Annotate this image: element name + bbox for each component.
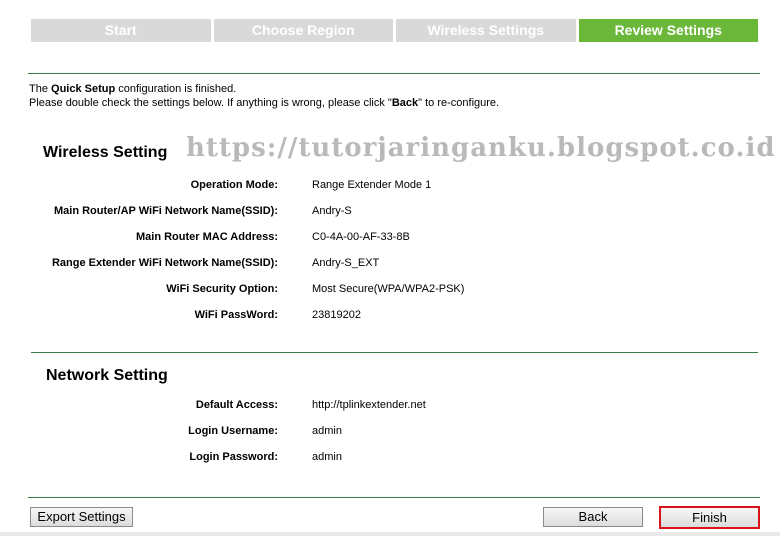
row-login-username: Login Username: admin <box>0 425 780 441</box>
intro-text: The Quick Setup configuration is finishe… <box>29 82 499 110</box>
divider-middle <box>31 352 758 353</box>
divider-bottom <box>28 497 760 498</box>
default-access-label: Default Access: <box>195 399 278 411</box>
export-settings-button[interactable]: Export Settings <box>30 507 133 527</box>
login-username-value: admin <box>312 425 342 437</box>
intro-line-2-pre: Please double check the settings below. … <box>29 97 392 109</box>
wifi-password-value: 23819202 <box>312 309 361 321</box>
intro-line-2: Please double check the settings below. … <box>29 96 499 110</box>
security-option-value: Most Secure(WPA/WPA2-PSK) <box>312 283 465 295</box>
finish-button[interactable]: Finish <box>659 506 760 529</box>
login-username-label: Login Username: <box>188 425 278 437</box>
watermark-text: https://tutorjaringanku.blogspot.co.id <box>186 133 776 163</box>
step-start: Start <box>31 19 211 42</box>
row-default-access: Default Access: http://tplinkextender.ne… <box>0 399 780 415</box>
intro-quick-setup: Quick Setup <box>51 83 116 95</box>
row-main-router-ssid: Main Router/AP WiFi Network Name(SSID): … <box>0 205 780 221</box>
bottom-edge <box>0 532 780 536</box>
operation-mode-label: Operation Mode: <box>190 179 278 191</box>
row-wifi-password: WiFi PassWord: 23819202 <box>0 309 780 325</box>
row-login-password: Login Password: admin <box>0 451 780 467</box>
divider-top <box>28 73 760 74</box>
default-access-value: http://tplinkextender.net <box>312 399 426 411</box>
extender-ssid-label: Range Extender WiFi Network Name(SSID): <box>51 257 278 269</box>
intro-line-1-post: configuration is finished. <box>115 83 237 95</box>
intro-line-2-post: " to re-configure. <box>418 97 500 109</box>
step-choose-region: Choose Region <box>213 19 393 42</box>
step-wireless-settings: Wireless Settings <box>396 19 576 42</box>
step-review-settings: Review Settings <box>578 19 758 42</box>
intro-line-1: The Quick Setup configuration is finishe… <box>29 82 499 96</box>
intro-back: Back <box>391 97 419 109</box>
main-router-ssid-value: Andry-S <box>312 205 352 217</box>
row-security-option: WiFi Security Option: Most Secure(WPA/WP… <box>0 283 780 299</box>
network-section-title: Network Setting <box>46 367 168 384</box>
wifi-password-label: WiFi PassWord: <box>194 309 278 321</box>
main-router-ssid-label: Main Router/AP WiFi Network Name(SSID): <box>53 205 278 217</box>
main-router-mac-label: Main Router MAC Address: <box>136 231 278 243</box>
row-extender-ssid: Range Extender WiFi Network Name(SSID): … <box>0 257 780 273</box>
row-main-router-mac: Main Router MAC Address: C0-4A-00-AF-33-… <box>0 231 780 247</box>
login-password-label: Login Password: <box>189 451 278 463</box>
row-operation-mode: Operation Mode: Range Extender Mode 1 <box>0 179 780 195</box>
extender-ssid-value: Andry-S_EXT <box>312 257 380 269</box>
login-password-value: admin <box>312 451 342 463</box>
back-button[interactable]: Back <box>543 507 643 527</box>
operation-mode-value: Range Extender Mode 1 <box>312 179 432 191</box>
intro-line-1-pre: The <box>29 83 52 95</box>
wireless-section-title: Wireless Setting <box>43 144 168 161</box>
security-option-label: WiFi Security Option: <box>166 283 278 295</box>
setup-steps: Start Choose Region Wireless Settings Re… <box>31 19 758 42</box>
main-router-mac-value: C0-4A-00-AF-33-8B <box>312 231 410 243</box>
